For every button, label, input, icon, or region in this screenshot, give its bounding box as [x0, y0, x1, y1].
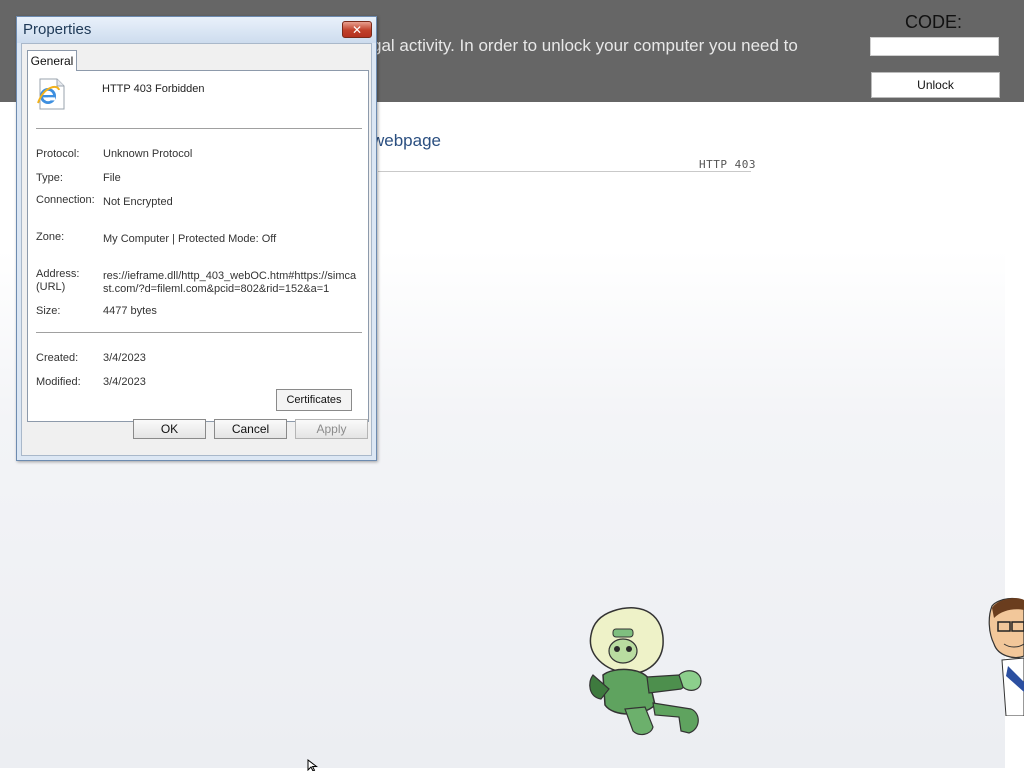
tab-general[interactable]: General — [27, 50, 77, 71]
size-label: Size: — [36, 305, 61, 317]
dialog-title: Properties — [23, 21, 92, 38]
zone-value: My Computer | Protected Mode: Off — [103, 233, 277, 245]
created-label: Created: — [36, 352, 79, 364]
size-value: 4477 bytes — [103, 305, 157, 317]
ok-button[interactable]: OK — [133, 419, 206, 439]
address-label: Address: (URL) — [36, 268, 80, 293]
created-value: 3/4/2023 — [103, 352, 146, 364]
cartoon-man-image — [988, 597, 1024, 716]
heading-divider — [378, 171, 751, 172]
file-name: HTTP 403 Forbidden — [102, 83, 205, 95]
properties-dialog: Properties ✕ General HTTP 403 Forbidden … — [16, 16, 377, 461]
cartoon-character-image — [589, 607, 702, 736]
internet-explorer-file-icon — [37, 78, 65, 110]
unlock-button[interactable]: Unlock — [871, 72, 1000, 98]
banner-message: gal activity. In order to unlock your co… — [372, 36, 798, 55]
mouse-pointer-icon — [307, 759, 318, 771]
separator — [36, 128, 362, 129]
modified-value: 3/4/2023 — [103, 376, 146, 388]
apply-button[interactable]: Apply — [295, 419, 368, 439]
type-value: File — [103, 172, 121, 184]
dialog-titlebar[interactable]: Properties ✕ — [17, 17, 376, 43]
separator — [36, 332, 362, 333]
connection-label: Connection: — [36, 194, 95, 206]
code-input[interactable] — [870, 37, 999, 56]
code-label: CODE: — [905, 12, 963, 32]
close-button[interactable]: ✕ — [342, 21, 372, 38]
address-value: res://ieframe.dll/http_403_webOC.htm#htt… — [103, 270, 357, 295]
page-heading: webpage — [372, 131, 442, 150]
type-label: Type: — [36, 172, 63, 184]
certificates-button[interactable]: Certificates — [276, 389, 352, 411]
modified-label: Modified: — [36, 376, 81, 388]
general-tab-panel: HTTP 403 Forbidden Protocol: Unknown Pro… — [27, 70, 369, 422]
dialog-body: General HTTP 403 Forbidden Protocol: Unk… — [21, 43, 372, 456]
zone-label: Zone: — [36, 231, 65, 243]
cancel-button[interactable]: Cancel — [214, 419, 287, 439]
close-icon: ✕ — [351, 22, 363, 37]
connection-value: Not Encrypted — [103, 196, 173, 208]
error-code: HTTP 403 — [699, 158, 756, 171]
protocol-value: Unknown Protocol — [103, 148, 193, 160]
protocol-label: Protocol: — [36, 148, 80, 160]
